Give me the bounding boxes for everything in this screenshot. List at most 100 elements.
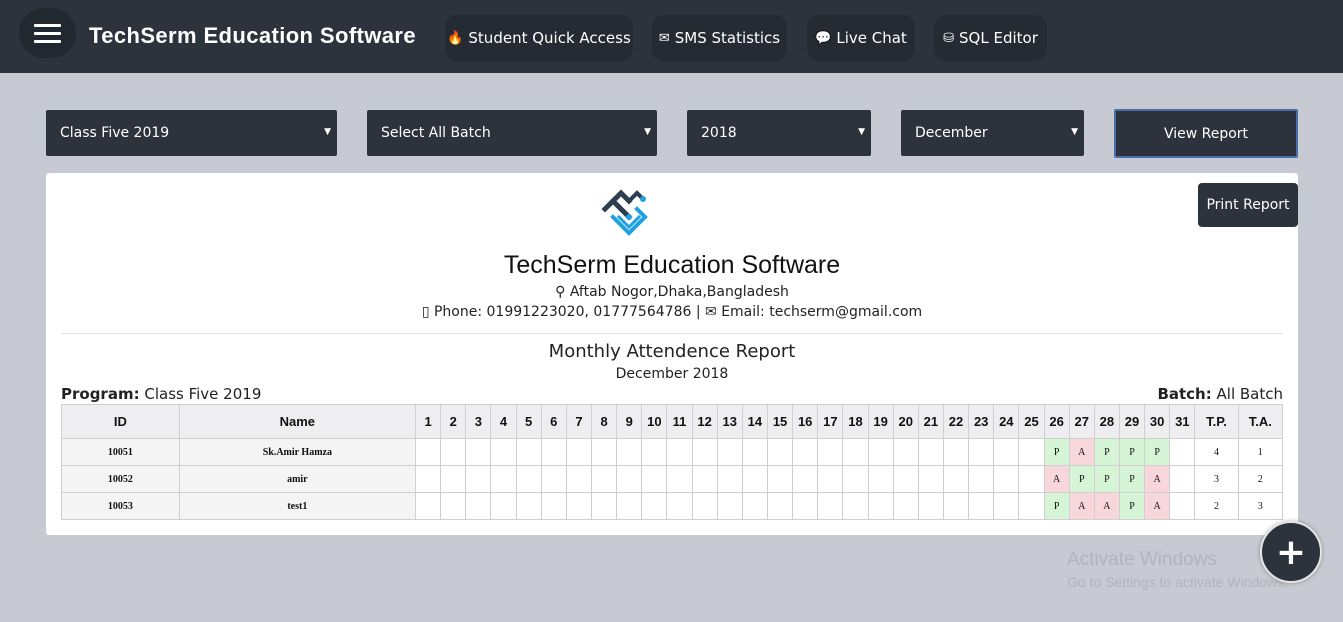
class-select[interactable]: Class Five 2019 ▼	[46, 110, 337, 156]
total-absent: 1	[1237, 438, 1284, 466]
attendance-cell	[716, 492, 743, 520]
attendance-mark: P	[1118, 465, 1146, 493]
attendance-cell	[817, 465, 844, 493]
attendance-cell	[792, 465, 819, 493]
attendance-cell	[942, 438, 970, 466]
column-header-day: 16	[792, 404, 819, 439]
add-button[interactable]: +	[1260, 521, 1322, 583]
nav-label: SMS Statistics	[674, 29, 781, 47]
column-header-day: 22	[942, 404, 970, 439]
phone-text: Phone: 01991223020, 01777564786	[433, 304, 692, 320]
column-header-day: 28	[1093, 404, 1120, 439]
attendance-cell	[942, 492, 970, 520]
organization-name: TechSerm Education Software	[503, 251, 841, 279]
month-select-value: December	[915, 125, 988, 141]
attendance-mark: A	[1144, 465, 1171, 493]
attendance-mark: P	[1118, 492, 1146, 520]
total-present: 2	[1194, 492, 1239, 520]
attendance-cell	[540, 438, 567, 466]
column-header-day: 8	[590, 404, 618, 439]
attendance-cell	[968, 438, 995, 466]
attendance-cell	[716, 465, 743, 493]
batch-select[interactable]: Select All Batch ▼	[367, 110, 657, 156]
nav-sql-editor[interactable]: ⛁ SQL Editor	[934, 15, 1047, 61]
attendance-cell	[968, 465, 995, 493]
total-absent: 2	[1237, 465, 1284, 493]
column-header-day: 17	[817, 404, 844, 439]
month-select[interactable]: December ▼	[901, 110, 1084, 156]
attendance-cell	[616, 465, 643, 493]
total-present: 3	[1194, 465, 1239, 493]
attendance-cell	[540, 492, 567, 520]
table-row: 10052 amir A P P P A 3 2	[61, 465, 1284, 493]
attendance-mark: A	[1068, 438, 1095, 466]
attendance-mark: P	[1043, 492, 1070, 520]
attendance-cell	[968, 492, 995, 520]
attendance-cell	[691, 465, 718, 493]
attendance-cell	[867, 465, 894, 493]
chat-icon: 💬	[815, 30, 832, 46]
top-bar: TechSerm Education Software 🔥 Student Qu…	[0, 0, 1343, 73]
attendance-cell	[666, 492, 693, 520]
caret-down-icon: ▼	[858, 127, 865, 137]
column-header-day: 6	[540, 404, 567, 439]
attendance-cell	[490, 438, 517, 466]
attendance-cell	[465, 465, 492, 493]
attendance-cell	[1018, 492, 1045, 520]
attendance-cell	[616, 438, 643, 466]
attendance-cell	[666, 438, 693, 466]
nav-live-chat[interactable]: 💬 Live Chat	[807, 15, 915, 61]
attendance-cell	[993, 438, 1020, 466]
fire-icon: 🔥	[447, 30, 464, 46]
column-header-day: 29	[1118, 404, 1146, 439]
column-header-day: 4	[490, 404, 517, 439]
activate-windows-subtitle: Go to Settings to activate Windows.	[1067, 574, 1288, 590]
column-header-day: 23	[968, 404, 995, 439]
attendance-cell	[942, 465, 970, 493]
nav-sms-statistics[interactable]: ✉ SMS Statistics	[652, 15, 787, 61]
student-name: test1	[178, 492, 417, 520]
attendance-mark: P	[1093, 438, 1120, 466]
attendance-cell	[792, 492, 819, 520]
column-header-day: 11	[666, 404, 693, 439]
view-report-button[interactable]: View Report	[1114, 109, 1298, 158]
attendance-cell	[641, 465, 668, 493]
attendance-cell	[917, 438, 944, 466]
print-report-button[interactable]: Print Report	[1198, 183, 1298, 227]
attendance-mark: P	[1144, 438, 1171, 466]
year-select[interactable]: 2018 ▼	[687, 110, 871, 156]
attendance-cell	[515, 492, 542, 520]
column-header-day: 7	[565, 404, 593, 439]
attendance-cell	[867, 438, 894, 466]
attendance-cell	[817, 492, 844, 520]
column-header-total-absent: T.A.	[1237, 404, 1284, 439]
address-text: Aftab Nogor,Dhaka,Bangladesh	[569, 284, 789, 300]
attendance-cell	[440, 465, 467, 493]
attendance-cell	[1169, 438, 1196, 466]
column-header-day: 21	[917, 404, 944, 439]
report-title: Monthly Attendence Report	[548, 341, 796, 362]
column-header-day: 15	[766, 404, 794, 439]
contact-separator: |	[695, 304, 701, 320]
column-header-day: 5	[515, 404, 542, 439]
attendance-cell	[490, 492, 517, 520]
program-value: Class Five 2019	[144, 385, 262, 403]
attendance-cell	[590, 438, 618, 466]
attendance-cell	[716, 438, 743, 466]
menu-icon[interactable]	[19, 8, 76, 58]
student-name: amir	[178, 465, 417, 493]
attendance-mark: P	[1068, 465, 1095, 493]
attendance-cell	[565, 438, 593, 466]
attendance-cell	[465, 438, 492, 466]
attendance-mark: P	[1043, 438, 1070, 466]
attendance-cell	[766, 465, 794, 493]
column-header-day: 9	[616, 404, 643, 439]
attendance-cell	[641, 492, 668, 520]
nav-label: Live Chat	[836, 29, 907, 47]
column-header-day: 20	[892, 404, 919, 439]
organization-contact: ▯ Phone: 01991223020, 01777564786 | ✉ Em…	[46, 304, 1298, 320]
attendance-cell	[792, 438, 819, 466]
nav-student-quick-access[interactable]: 🔥 Student Quick Access	[445, 15, 633, 61]
column-header-day: 3	[465, 404, 492, 439]
attendance-cell	[1169, 492, 1196, 520]
